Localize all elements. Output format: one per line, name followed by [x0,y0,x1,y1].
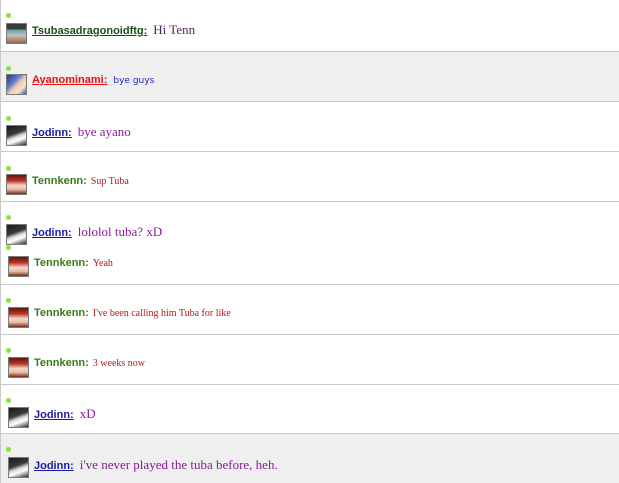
username-link[interactable]: Tsubasadragonoidftg: [32,25,147,37]
online-status-icon [6,13,11,18]
red-anime-avatar-icon[interactable] [6,174,27,195]
online-status-icon [6,447,11,452]
username-label[interactable]: Tennkenn: [34,357,89,369]
chat-row: Ayanominami: bye guys [1,51,619,101]
message-text: bye ayano [77,124,131,139]
anime-girl-avatar-icon[interactable] [6,74,27,95]
chat-log: Tsubasadragonoidftg: Hi Tenn Ayanominami… [0,0,619,483]
online-status-icon [6,215,11,220]
username-link[interactable]: Jodinn: [32,127,72,139]
message-text: lololol tuba? xD [77,224,163,239]
message-text: Hi Tenn [153,22,196,37]
username-link[interactable]: Jodinn: [32,227,72,239]
message-text: i've never played the tuba before, heh. [79,457,278,472]
dark-hair-avatar-icon[interactable] [8,457,29,478]
username-link[interactable]: Jodinn: [34,409,74,421]
username-label[interactable]: Tennkenn: [32,175,87,187]
dark-hair-avatar-icon[interactable] [6,125,27,146]
online-status-icon [6,298,11,303]
online-status-icon [6,245,11,250]
online-status-icon [6,166,11,171]
chat-row: Jodinn: xD [1,384,619,433]
chat-row: Tsubasadragonoidftg: Hi Tenn [1,0,619,51]
dark-hair-avatar-icon[interactable] [8,407,29,428]
chat-row: Tennkenn: Sup Tuba [1,151,619,201]
message-text: 3 weeks now [92,358,146,369]
username-link[interactable]: Ayanominami: [32,74,107,86]
chat-row: Tennkenn: I've been calling him Tuba for… [1,284,619,334]
message-text: bye guys [113,76,155,86]
red-anime-avatar-icon[interactable] [8,357,29,378]
username-label[interactable]: Tennkenn: [34,257,89,269]
online-status-icon [6,348,11,353]
username-label[interactable]: Tennkenn: [34,307,89,319]
online-status-icon [6,398,11,403]
red-anime-avatar-icon[interactable] [8,256,29,277]
online-status-icon [6,66,11,71]
chat-row: Jodinn: lololol tuba? xD Tennkenn: Yeah [1,201,619,284]
username-link[interactable]: Jodinn: [34,460,74,472]
message-text: xD [79,406,96,421]
message-text: Sup Tuba [90,176,129,187]
message-text: Yeah [92,258,113,269]
chat-row: Jodinn: bye ayano [1,101,619,151]
message-text: I've been calling him Tuba for like [92,308,231,319]
online-status-icon [6,116,11,121]
chat-row: Jodinn: i've never played the tuba befor… [1,433,619,483]
dragon-avatar-icon[interactable] [6,23,27,44]
dark-hair-avatar-icon[interactable] [6,224,27,245]
red-anime-avatar-icon[interactable] [8,307,29,328]
chat-row: Tennkenn: 3 weeks now [1,334,619,384]
